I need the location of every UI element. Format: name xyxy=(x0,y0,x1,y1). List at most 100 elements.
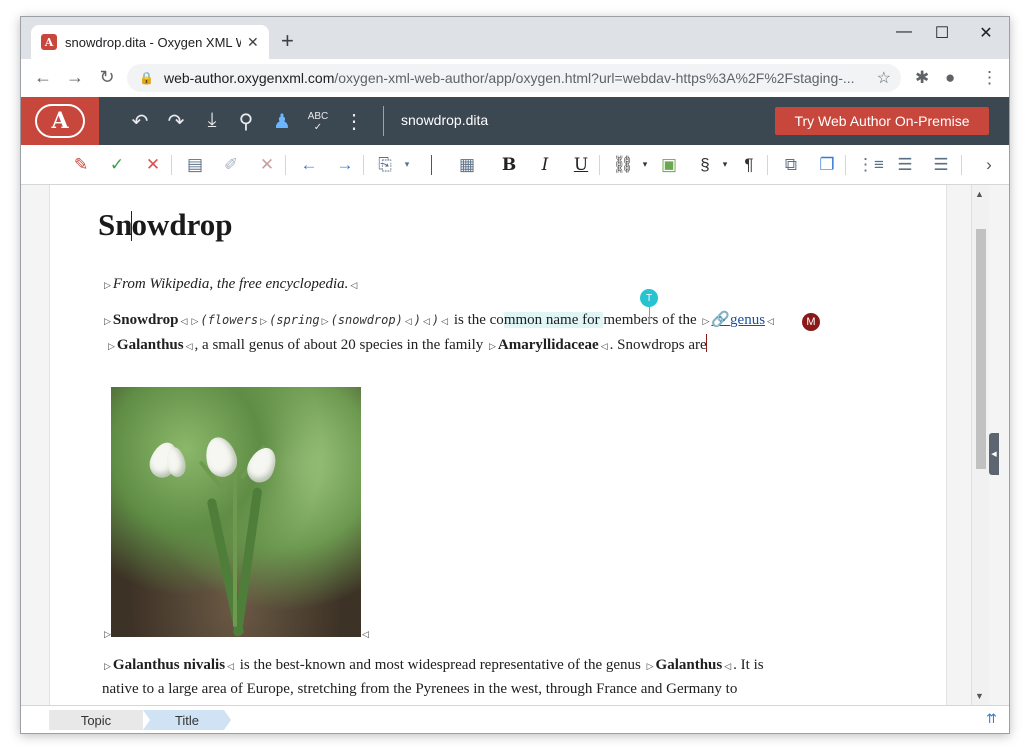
insert-conref-icon[interactable]: ❐ xyxy=(815,155,839,175)
next-change-icon[interactable]: → xyxy=(333,155,357,175)
review-users-icon[interactable]: ♟ xyxy=(269,109,295,134)
forward-icon[interactable]: → xyxy=(59,67,91,88)
extensions-icon[interactable]: ✱ xyxy=(915,68,929,88)
index-close-2: ) xyxy=(431,313,440,327)
scroll-thumb[interactable] xyxy=(976,229,986,469)
bold-icon[interactable]: B xyxy=(497,155,521,175)
tag-start-marker[interactable]: ▷ xyxy=(104,280,111,290)
breadcrumb-item-title[interactable]: Title xyxy=(143,710,231,730)
tag-end-marker[interactable]: ◁ xyxy=(767,316,774,326)
new-tab-icon[interactable]: + xyxy=(281,30,294,52)
paragraph-icon[interactable]: ¶ xyxy=(737,155,761,175)
toolbar-divider xyxy=(767,155,768,175)
url-path: /oxygen-xml-web-author/app/oxygen.html?u… xyxy=(334,70,855,86)
page-title[interactable]: Snowdrop xyxy=(98,207,233,243)
reject-change-icon[interactable]: ✕ xyxy=(141,155,165,175)
edit-comment-icon[interactable]: ✐ xyxy=(219,155,243,175)
second-paragraph-line1[interactable]: ▷ Galanthus nivalis ◁ is the best-known an… xyxy=(102,657,764,674)
tag-start-marker[interactable]: ▷ xyxy=(647,661,654,671)
oxygen-logo[interactable]: A xyxy=(21,97,99,145)
browser-menu-icon[interactable]: ⋮ xyxy=(981,68,998,88)
tag-end-marker[interactable]: ◁ xyxy=(423,316,430,326)
maximize-icon[interactable]: ☐ xyxy=(927,23,957,43)
section-dropdown-icon[interactable]: ▾ xyxy=(713,159,737,170)
search-icon[interactable]: ⚲ xyxy=(233,109,259,134)
ordered-list-icon[interactable]: ☰ xyxy=(893,155,917,175)
source-paragraph[interactable]: ▷ From Wikipedia, the free encyclopedia. ◁ xyxy=(102,276,359,293)
insert-element-icon[interactable]: ⧉ xyxy=(779,155,803,175)
tag-end-marker[interactable]: ◁ xyxy=(181,316,188,326)
scroll-up-icon[interactable]: ▲ xyxy=(975,189,984,199)
previous-change-icon[interactable]: ← xyxy=(297,155,321,175)
tag-start-marker[interactable]: ▷ xyxy=(104,661,111,671)
link-dropdown-icon[interactable]: ▾ xyxy=(633,159,657,170)
flower-petal-shape xyxy=(242,443,282,487)
insert-list-item-icon[interactable]: ⋮≡ xyxy=(857,155,884,175)
tag-end-marker[interactable]: ◁ xyxy=(227,661,234,671)
scroll-down-icon[interactable]: ▼ xyxy=(975,691,984,701)
outline-icon[interactable]: ▦ xyxy=(455,155,479,175)
download-icon[interactable]: ⤓ xyxy=(199,109,225,132)
intro-paragraph-line2[interactable]: ▷ Galanthus ◁, a small genus of about 20 s… xyxy=(106,334,707,354)
add-comment-icon[interactable]: ▤ xyxy=(183,155,207,175)
remove-comment-icon[interactable]: ✕ xyxy=(255,155,279,175)
editing-toolbar: ✎ ✓ ✕ ▤ ✐ ✕ ← → ⎘ ▾ ▦ B I U ⛓ ▾ ▣ § ▾ ¶ … xyxy=(21,145,1009,185)
tag-start-marker[interactable]: ▷ xyxy=(104,316,111,326)
undo-icon[interactable]: ↶ xyxy=(127,109,153,134)
bookmark-star-icon[interactable]: ☆ xyxy=(877,68,891,88)
lock-icon: 🔒 xyxy=(139,71,154,85)
link-icon[interactable]: ⛓ xyxy=(611,155,635,175)
tag-end-marker[interactable]: ◁ xyxy=(441,316,448,326)
browser-tab[interactable]: A snowdrop.dita - Oxygen XML We ✕ xyxy=(31,25,269,59)
unordered-list-icon[interactable]: ☰ xyxy=(929,155,953,175)
italic-icon[interactable]: I xyxy=(533,155,557,175)
image-start-marker[interactable]: ▷ xyxy=(102,625,113,642)
document-page[interactable]: Snowdrop ▷ From Wikipedia, the free encyc… xyxy=(49,185,947,705)
track-changes-icon[interactable]: ✎ xyxy=(69,155,93,175)
comment-marker-m[interactable]: M xyxy=(802,313,820,331)
tag-end-marker[interactable]: ◁ xyxy=(724,661,731,671)
insert-image-icon[interactable]: ▣ xyxy=(657,155,681,175)
commented-text[interactable]: mmon name for xyxy=(503,312,604,328)
tag-end-marker[interactable]: ◁ xyxy=(405,316,412,326)
title-text-end: owdrop xyxy=(131,207,233,242)
accept-change-icon[interactable]: ✓ xyxy=(105,155,129,175)
breadcrumb-item-topic[interactable]: Topic xyxy=(49,710,143,730)
redo-icon[interactable]: ↷ xyxy=(163,109,189,134)
second-paragraph-line2[interactable]: native to a large area of Europe, stretc… xyxy=(102,681,737,698)
tag-end-marker[interactable]: ◁ xyxy=(186,341,193,351)
image-end-marker[interactable]: ◁ xyxy=(360,625,371,642)
profile-icon[interactable]: ● xyxy=(945,68,955,88)
tag-end-marker[interactable]: ◁ xyxy=(601,341,608,351)
more-vertical-icon[interactable]: ⋮ xyxy=(341,109,367,134)
tag-end-marker[interactable]: ◁ xyxy=(362,629,369,639)
paste-icon[interactable]: ⎘ xyxy=(373,155,397,175)
tag-start-marker[interactable]: ▷ xyxy=(104,629,111,639)
app-header: A ↶ ↷ ⤓ ⚲ ♟ ABC ✓ ⋮ snowdrop.dita Try Web… xyxy=(21,97,1009,145)
paste-dropdown-icon[interactable]: ▾ xyxy=(395,159,419,170)
tab-close-icon[interactable]: ✕ xyxy=(247,34,259,51)
vertical-scrollbar[interactable]: ▲ ▼ xyxy=(971,185,989,705)
genus-link[interactable]: genus xyxy=(730,312,765,328)
comment-marker-t[interactable]: T xyxy=(640,289,658,307)
tag-end-marker[interactable]: ◁ xyxy=(350,280,357,290)
reload-icon[interactable]: ↻ xyxy=(91,67,123,88)
tag-start-marker[interactable]: ▷ xyxy=(489,341,496,351)
side-panel-toggle-icon[interactable]: ◀ xyxy=(989,433,999,475)
expand-up-icon[interactable]: ⇈ xyxy=(986,711,997,727)
underline-icon[interactable]: U xyxy=(569,155,593,175)
url-field[interactable]: 🔒 web-author.oxygenxml.com/oxygen-xml-we… xyxy=(127,64,901,92)
spellcheck-icon[interactable]: ABC ✓ xyxy=(305,111,331,133)
tag-start-marker[interactable]: ▷ xyxy=(260,316,267,326)
tag-start-marker[interactable]: ▷ xyxy=(108,341,115,351)
window-close-icon[interactable]: ✕ xyxy=(971,23,1001,43)
tag-start-marker[interactable]: ▷ xyxy=(322,316,329,326)
back-icon[interactable]: ← xyxy=(27,67,59,88)
try-on-premise-button[interactable]: Try Web Author On-Premise xyxy=(775,107,989,135)
minimize-icon[interactable]: — xyxy=(889,23,919,41)
intro-paragraph-line1[interactable]: ▷ Snowdrop ◁ ▷ (flowers ▷ (spring ▷ (snowdrop) ◁)… xyxy=(102,310,776,329)
snowdrop-image[interactable] xyxy=(111,387,361,637)
tag-start-marker[interactable]: ▷ xyxy=(702,316,709,326)
tag-start-marker[interactable]: ▷ xyxy=(191,316,198,326)
toolbar-more-icon[interactable]: › xyxy=(977,155,1001,175)
